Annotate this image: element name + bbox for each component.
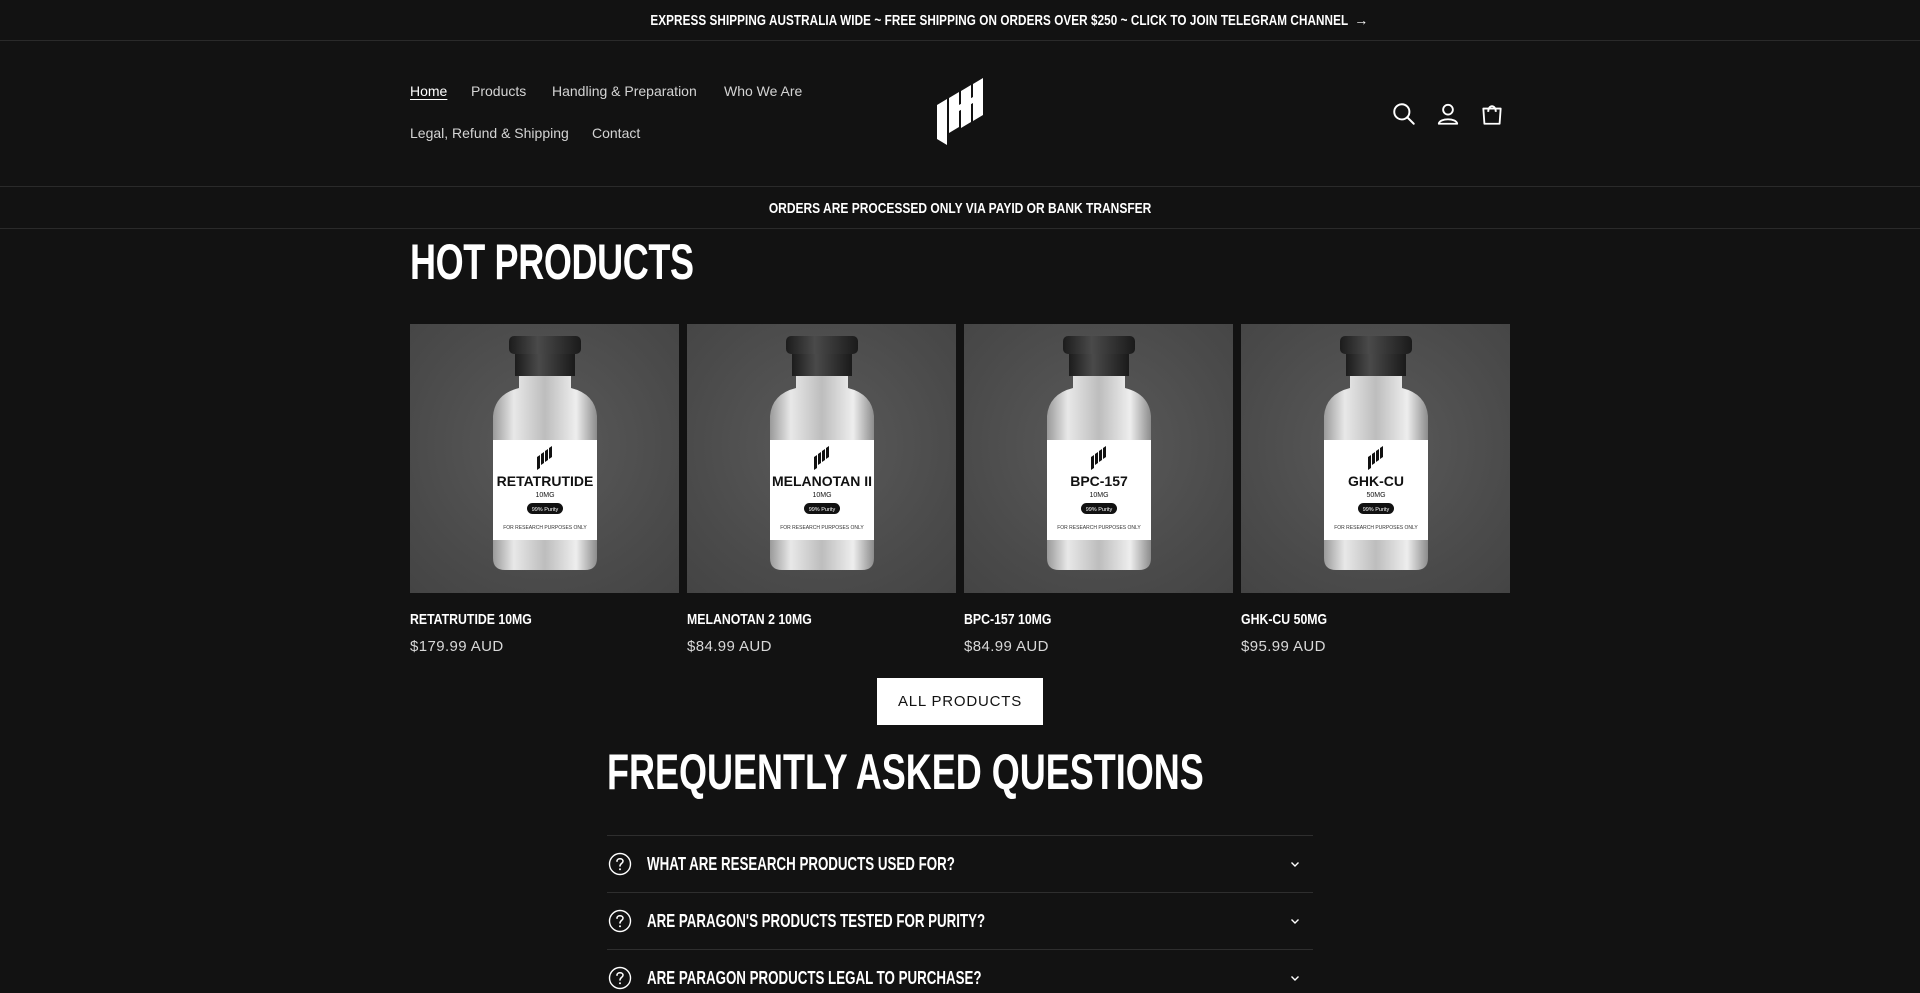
vial-image: MELANOTAN II 10MG 99% Purity FOR RESEARC… [770,336,874,570]
vial-label-purity: 99% Purity [809,507,836,513]
product-image[interactable]: GHK-CU 50MG 99% Purity FOR RESEARCH PURP… [1241,324,1510,593]
vial-image: RETATRUTIDE 10MG 99% Purity FOR RESEARCH… [493,336,597,570]
search-icon[interactable] [1391,101,1417,127]
product-name[interactable]: BPC-157 10MG [964,611,1185,628]
question-circle-icon [608,909,632,933]
chevron-down-icon [1291,919,1299,924]
vial-image: BPC-157 10MG 99% Purity FOR RESEARCH PUR… [1047,336,1151,570]
product-card[interactable]: BPC-157 10MG 99% Purity FOR RESEARCH PUR… [964,324,1233,655]
product-card[interactable]: GHK-CU 50MG 99% Purity FOR RESEARCH PURP… [1241,324,1510,655]
nav-item-home[interactable]: Home [410,83,447,99]
nav-item-contact[interactable]: Contact [592,125,640,141]
product-name[interactable]: GHK-CU 50MG [1241,611,1462,628]
vial-label-purity: 99% Purity [1363,507,1390,513]
vial-label-name: GHK-CU [1348,473,1404,489]
product-price: $84.99 AUD [964,638,1049,655]
vial-label-name: MELANOTAN II [772,473,872,489]
question-circle-icon [608,852,632,876]
vial-image: GHK-CU 50MG 99% Purity FOR RESEARCH PURP… [1324,336,1428,570]
vial-label-footer: FOR RESEARCH PURPOSES ONLY [780,525,864,531]
vial-label-name: RETATRUTIDE [497,473,594,489]
product-card[interactable]: RETATRUTIDE 10MG 99% Purity FOR RESEARCH… [410,324,679,655]
brand-logo[interactable] [935,75,985,145]
faq-question: ARE PARAGON PRODUCTS LEGAL TO PURCHASE? [647,968,982,988]
product-image[interactable]: MELANOTAN II 10MG 99% Purity FOR RESEARC… [687,324,956,593]
nav-item-who-we-are[interactable]: Who We Are [724,83,802,99]
vial-label-footer: FOR RESEARCH PURPOSES ONLY [1057,525,1141,531]
product-image[interactable]: RETATRUTIDE 10MG 99% Purity FOR RESEARCH… [410,324,679,593]
announcement-bar[interactable]: EXPRESS SHIPPING AUSTRALIA WIDE ~ FREE S… [0,0,1920,41]
vial-label-dose: 10MG [812,492,831,499]
nav-item-products[interactable]: Products [471,83,526,99]
product-card[interactable]: MELANOTAN II 10MG 99% Purity FOR RESEARC… [687,324,956,655]
nav-item-handling-preparation[interactable]: Handling & Preparation [552,83,697,99]
faq-item[interactable]: ARE PARAGON PRODUCTS LEGAL TO PURCHASE? [607,949,1313,993]
payment-notice-bar: ORDERS ARE PROCESSED ONLY VIA PAYID OR B… [0,188,1920,229]
chevron-down-icon [1291,976,1299,981]
question-circle-icon [608,966,632,990]
all-products-button[interactable]: ALL PRODUCTS [877,678,1043,725]
product-price: $95.99 AUD [1241,638,1326,655]
vial-label-purity: 99% Purity [532,507,559,513]
product-name[interactable]: RETATRUTIDE 10MG [410,611,631,628]
faq-question: ARE PARAGON'S PRODUCTS TESTED FOR PURITY… [647,911,986,931]
faq-item[interactable]: ARE PARAGON'S PRODUCTS TESTED FOR PURITY… [607,892,1313,949]
product-price: $84.99 AUD [687,638,772,655]
vial-label-dose: 50MG [1366,492,1385,499]
arrow-right-icon: → [1354,12,1369,28]
announcement-text: EXPRESS SHIPPING AUSTRALIA WIDE ~ FREE S… [650,11,1348,29]
cart-icon[interactable] [1479,101,1505,127]
vial-label-footer: FOR RESEARCH PURPOSES ONLY [503,525,587,531]
vial-label-purity: 99% Purity [1086,507,1113,513]
product-image[interactable]: BPC-157 10MG 99% Purity FOR RESEARCH PUR… [964,324,1233,593]
account-icon[interactable] [1435,101,1461,127]
product-name[interactable]: MELANOTAN 2 10MG [687,611,908,628]
vial-label-name: BPC-157 [1070,473,1128,489]
product-price: $179.99 AUD [410,638,504,655]
nav-item-legal-refund-shipping[interactable]: Legal, Refund & Shipping [410,125,569,141]
vial-label-footer: FOR RESEARCH PURPOSES ONLY [1334,525,1418,531]
faq-question: WHAT ARE RESEARCH PRODUCTS USED FOR? [647,854,955,874]
hot-products-title: HOT PRODUCTS [410,234,694,290]
site-header: Home Products Handling & Preparation Who… [0,41,1920,187]
faq-item[interactable]: WHAT ARE RESEARCH PRODUCTS USED FOR? [607,835,1313,892]
chevron-down-icon [1291,862,1299,867]
vial-label-dose: 10MG [1089,492,1108,499]
faq-title: FREQUENTLY ASKED QUESTIONS [607,744,1204,800]
payment-notice-text: ORDERS ARE PROCESSED ONLY VIA PAYID OR B… [768,199,1152,217]
vial-label-dose: 10MG [535,492,554,499]
